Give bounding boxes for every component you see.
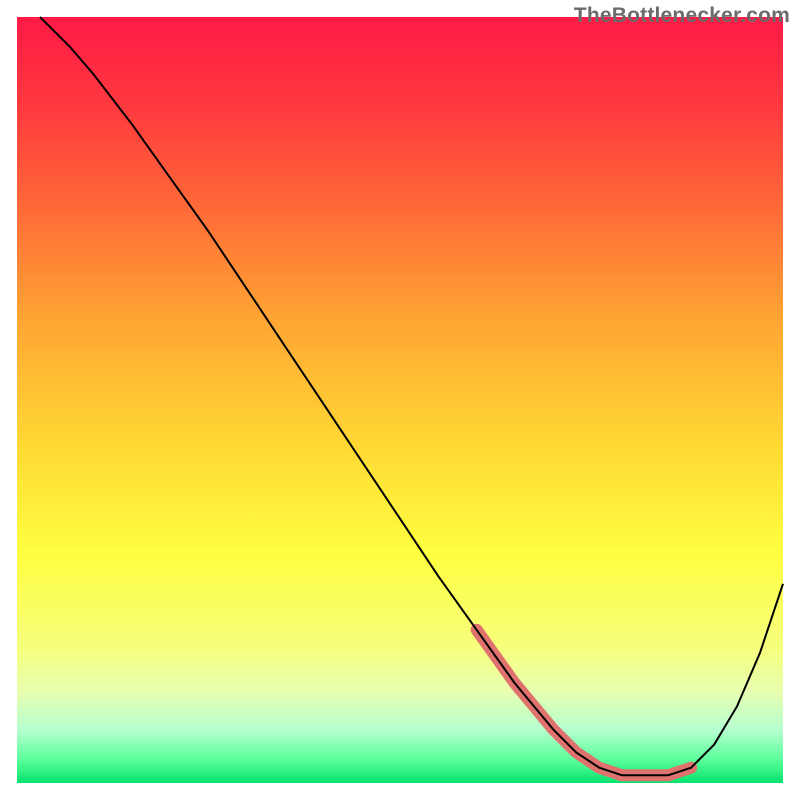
bottleneck-chart — [0, 0, 800, 800]
chart-background — [17, 17, 783, 783]
attribution-text: TheBottlenecker.com — [574, 4, 790, 28]
